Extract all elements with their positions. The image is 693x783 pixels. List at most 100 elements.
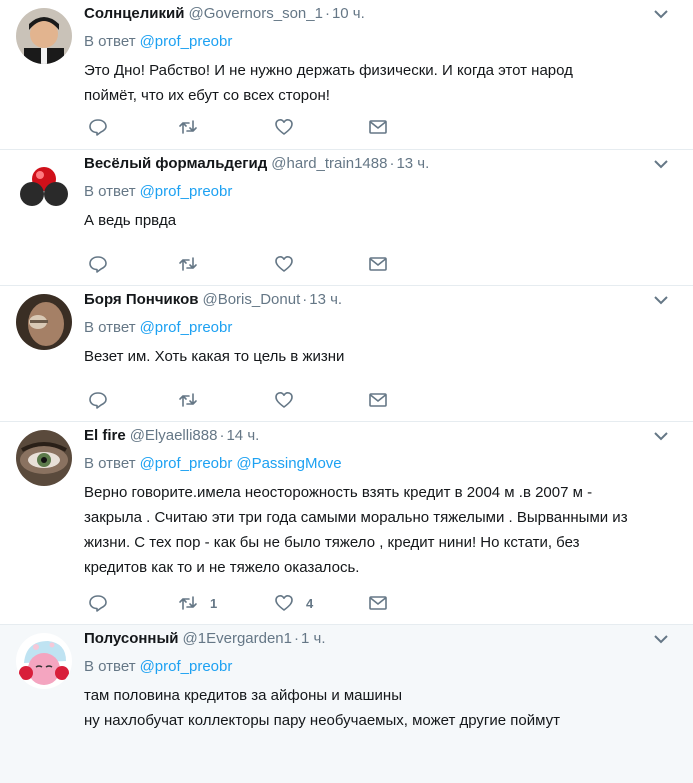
envelope-icon (369, 120, 387, 134)
tweet-header: El fire @Elyaelli888 · 14 ч. (84, 427, 260, 444)
reply-button[interactable] (88, 254, 108, 274)
tweet-actions (84, 254, 404, 274)
chevron-down-icon[interactable] (653, 294, 669, 306)
user-handle[interactable]: @hard_train1488 (271, 155, 387, 172)
timestamp[interactable]: 13 ч. (396, 155, 429, 172)
heart-icon (275, 595, 293, 611)
chevron-down-icon[interactable] (653, 8, 669, 20)
text-line: кредитов как то и не тяжело оказалось. (84, 559, 360, 576)
timestamp[interactable]: 10 ч. (332, 5, 365, 22)
tweet-text: там половина кредитов за айфоны и машины… (84, 683, 654, 733)
timestamp[interactable]: 14 ч. (226, 427, 259, 444)
replies-feed: Солнцеликий @Governors_son_1 · 10 ч. В отве… (0, 0, 693, 783)
direct-message-button[interactable] (368, 254, 388, 274)
user-handle[interactable]: @Boris_Donut (202, 291, 300, 308)
retweet-button[interactable] (178, 117, 210, 137)
retweet-count: 1 (210, 595, 218, 611)
avatar[interactable] (16, 294, 72, 350)
text-line: жизни. С тех пор - как бы не было тяжело… (84, 534, 580, 551)
heart-icon (275, 392, 293, 408)
tweet[interactable]: Полусонный @1Evergarden1 · 1 ч. В ответ @pro… (0, 625, 693, 783)
mention-link[interactable]: @PassingMove (236, 455, 341, 472)
direct-message-button[interactable] (368, 593, 388, 613)
avatar[interactable] (16, 430, 72, 486)
user-handle[interactable]: @1Evergarden1 (183, 630, 292, 647)
mention-link[interactable]: @prof_preobr (140, 455, 233, 472)
like-button[interactable] (274, 254, 306, 274)
retweet-button[interactable] (178, 390, 210, 410)
retweet-button[interactable] (178, 254, 210, 274)
text-line: закрыла . Считаю эти три года самыми мор… (84, 509, 628, 526)
timestamp[interactable]: 13 ч. (309, 291, 342, 308)
mention-link[interactable]: @prof_preobr (140, 33, 233, 50)
reply-prefix: В ответ (84, 183, 136, 200)
reply-button[interactable] (88, 390, 108, 410)
tweet-text: Верно говорите.имела неосторожность взят… (84, 480, 654, 580)
heart-icon (275, 119, 293, 135)
mention-link[interactable]: @prof_preobr (140, 319, 233, 336)
text-line: Везет им. Хоть какая то цель в жизни (84, 348, 345, 365)
avatar[interactable] (16, 633, 72, 689)
heart-icon (275, 256, 293, 272)
tweet-text: А ведь првда (84, 208, 654, 233)
user-handle[interactable]: @Governors_son_1 (188, 5, 322, 22)
retweet-button[interactable]: 1 (178, 593, 217, 613)
timestamp[interactable]: 1 ч. (301, 630, 326, 647)
user-name[interactable]: Полусонный (84, 630, 179, 647)
reply-context: В ответ @prof_preobr (84, 32, 232, 52)
tweet-actions: 1 4 (84, 593, 404, 613)
tweet[interactable]: Весёлый формальдегид @hard_train1488 · 13 ч… (0, 150, 693, 286)
reply-context: В ответ @prof_preobr (84, 318, 232, 338)
reply-icon (89, 392, 107, 409)
tweet-actions (84, 117, 404, 137)
retweet-icon (179, 393, 197, 407)
text-line: Это Дно! Рабство! И не нужно держать физ… (84, 62, 573, 79)
user-name[interactable]: El fire (84, 427, 126, 444)
direct-message-button[interactable] (368, 117, 388, 137)
text-line: ну нахлобучат коллекторы пару необучаемы… (84, 712, 560, 729)
user-name[interactable]: Боря Пончиков (84, 291, 198, 308)
user-name[interactable]: Солнцеликий (84, 5, 184, 22)
chevron-down-icon[interactable] (653, 430, 669, 442)
like-button[interactable] (274, 117, 306, 137)
like-button[interactable] (274, 390, 306, 410)
mention-link[interactable]: @prof_preobr (140, 183, 233, 200)
mention-link[interactable]: @prof_preobr (140, 658, 233, 675)
envelope-icon (369, 257, 387, 271)
text-line: там половина кредитов за айфоны и машины (84, 687, 402, 704)
user-handle[interactable]: @Elyaelli888 (130, 427, 218, 444)
reply-context: В ответ @prof_preobr (84, 182, 232, 202)
tweet[interactable]: Солнцеликий @Governors_son_1 · 10 ч. В отве… (0, 0, 693, 150)
tweet-text: Это Дно! Рабство! И не нужно держать физ… (84, 58, 654, 108)
text-line: поймёт, что их ебут со всех сторон! (84, 87, 330, 104)
avatar[interactable] (16, 158, 72, 214)
tweet[interactable]: Боря Пончиков @Boris_Donut · 13 ч. В ответ @… (0, 286, 693, 422)
tweet-header: Боря Пончиков @Boris_Donut · 13 ч. (84, 291, 343, 308)
reply-context: В ответ @prof_preobr @PassingMove (84, 454, 342, 474)
tweet-header: Полусонный @1Evergarden1 · 1 ч. (84, 630, 326, 647)
reply-context: В ответ @prof_preobr (84, 657, 232, 677)
like-count: 4 (306, 595, 314, 611)
avatar[interactable] (16, 8, 72, 64)
like-button[interactable]: 4 (274, 593, 313, 613)
retweet-icon (179, 596, 197, 610)
tweet[interactable]: El fire @Elyaelli888 · 14 ч. В ответ @prof_p… (0, 422, 693, 625)
reply-button[interactable] (88, 117, 108, 137)
tweet-actions (84, 390, 404, 410)
reply-prefix: В ответ (84, 33, 136, 50)
retweet-icon (179, 257, 197, 271)
chevron-down-icon[interactable] (653, 633, 669, 645)
retweet-icon (179, 120, 197, 134)
tweet-header: Солнцеликий @Governors_son_1 · 10 ч. (84, 5, 365, 22)
reply-button[interactable] (88, 593, 108, 613)
envelope-icon (369, 393, 387, 407)
text-line: А ведь првда (84, 212, 177, 229)
reply-icon (89, 595, 107, 612)
chevron-down-icon[interactable] (653, 158, 669, 170)
reply-prefix: В ответ (84, 455, 136, 472)
user-name[interactable]: Весёлый формальдегид (84, 155, 267, 172)
direct-message-button[interactable] (368, 390, 388, 410)
reply-prefix: В ответ (84, 658, 136, 675)
reply-icon (89, 119, 107, 136)
reply-prefix: В ответ (84, 319, 136, 336)
